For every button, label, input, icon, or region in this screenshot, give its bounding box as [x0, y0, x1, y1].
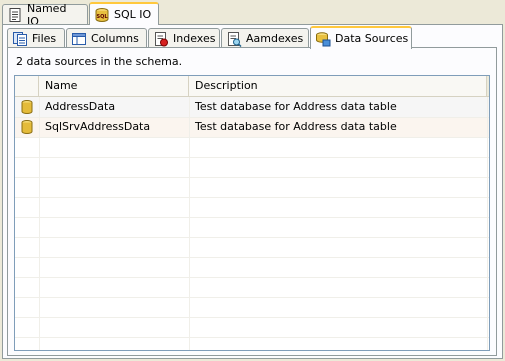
- tab-indexes[interactable]: Indexes: [148, 28, 220, 48]
- tab-columns[interactable]: Columns: [66, 28, 147, 48]
- table-row[interactable]: SqlSrvAddressData Test database for Addr…: [15, 117, 489, 137]
- tab-aamdexes[interactable]: Aamdexes: [221, 28, 309, 48]
- tab-indexes-label: Indexes: [173, 32, 216, 45]
- row-description: Test database for Address data table: [195, 100, 397, 113]
- svg-text:SQL: SQL: [96, 14, 108, 20]
- row-name: SqlSrvAddressData: [45, 120, 151, 133]
- files-icon: [13, 31, 27, 46]
- data-sources-icon: [316, 31, 331, 46]
- row-name: AddressData: [45, 100, 116, 113]
- data-sources-panel: 2 data sources in the schema. Name Descr…: [7, 47, 497, 356]
- aamdexes-icon: [228, 31, 242, 47]
- table-row[interactable]: AddressData Test database for Address da…: [15, 97, 489, 117]
- sql-io-panel: Files Columns Indexes Aamdexes Data Sour…: [2, 24, 503, 359]
- tab-named-io[interactable]: Named IO: [2, 2, 88, 28]
- sql-icon: SQL: [95, 7, 109, 22]
- grid-header: Name Description: [15, 76, 489, 97]
- inner-tabstrip: Files Columns Indexes Aamdexes Data Sour…: [7, 25, 497, 49]
- column-header-description[interactable]: Description: [189, 76, 487, 96]
- tab-data-sources[interactable]: Data Sources: [310, 26, 412, 49]
- database-icon: [21, 100, 33, 114]
- tab-sql-io[interactable]: SQL SQL IO: [89, 2, 159, 25]
- row-description: Test database for Address data table: [195, 120, 397, 133]
- tab-sql-io-label: SQL IO: [114, 8, 152, 21]
- header-row-selector: [15, 76, 39, 96]
- data-sources-grid[interactable]: Name Description AddressData Test databa…: [14, 75, 490, 351]
- tab-data-sources-label: Data Sources: [335, 32, 409, 45]
- column-header-name[interactable]: Name: [39, 76, 189, 96]
- indexes-icon: [155, 31, 168, 46]
- tab-columns-label: Columns: [91, 32, 139, 45]
- outer-tabstrip: Named IO SQL SQL IO: [0, 0, 505, 28]
- status-text: 2 data sources in the schema.: [16, 55, 183, 68]
- database-icon: [21, 120, 33, 134]
- tab-files-label: Files: [32, 32, 57, 45]
- columns-icon: [72, 32, 86, 45]
- document-icon: [9, 7, 21, 22]
- tab-aamdexes-label: Aamdexes: [246, 32, 304, 45]
- tab-files[interactable]: Files: [7, 28, 65, 48]
